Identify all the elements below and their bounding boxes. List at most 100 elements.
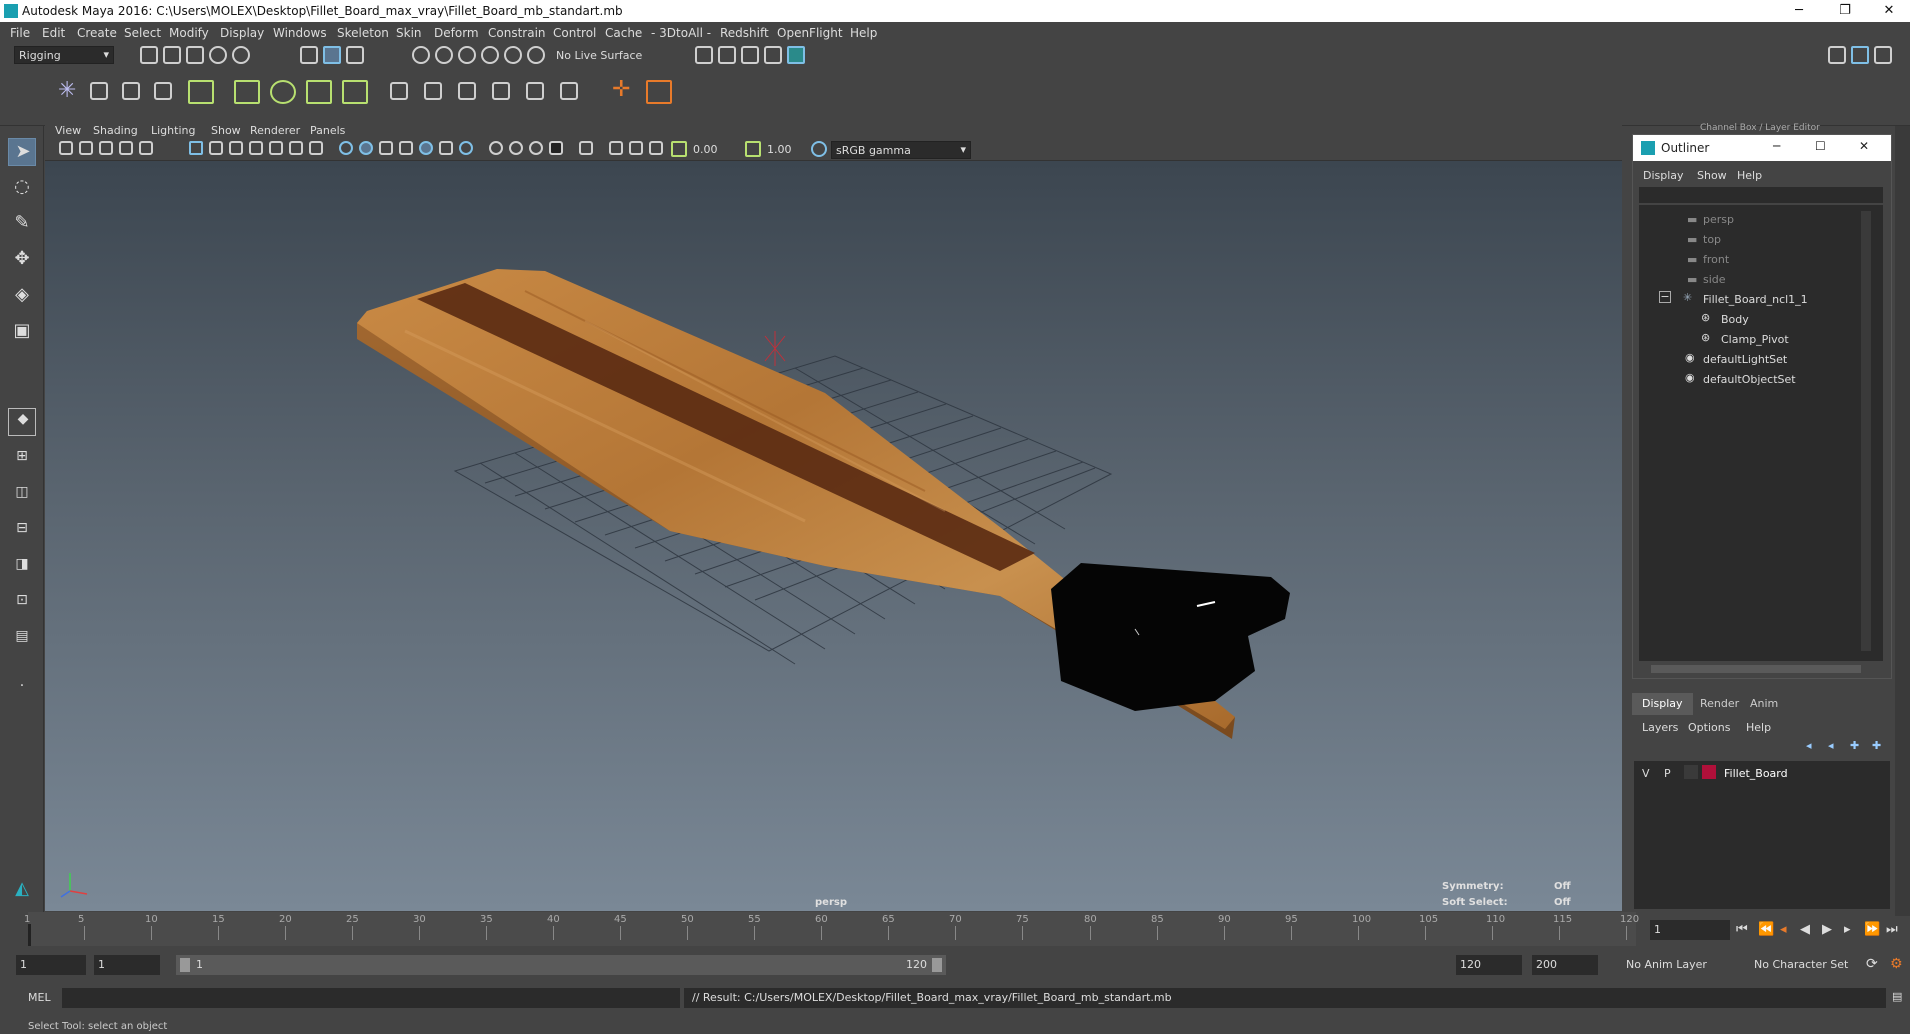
panel-menu-panels[interactable]: Panels — [310, 124, 345, 137]
layout-options-icon[interactable]: · — [8, 676, 36, 704]
panel-menu-view[interactable]: View — [55, 124, 81, 137]
ik-spline-icon[interactable] — [122, 82, 140, 100]
menu-help[interactable]: Help — [850, 26, 877, 40]
live-surface-label[interactable]: No Live Surface — [556, 49, 642, 62]
range-start-handle[interactable] — [180, 958, 190, 972]
ipr-render-icon[interactable] — [718, 46, 736, 64]
outliner-menu-display[interactable]: Display — [1643, 169, 1684, 182]
snap-point-icon[interactable] — [458, 46, 476, 64]
persp-outliner-icon[interactable]: ◨ — [8, 554, 36, 582]
grid-toggle-icon[interactable] — [189, 141, 203, 155]
menuset-dropdown[interactable]: Rigging ▾ — [14, 46, 114, 64]
menu-redshift[interactable]: Redshift — [720, 26, 769, 40]
outliner-horizontal-scrollbar[interactable] — [1651, 665, 1861, 673]
cluster-icon[interactable] — [270, 80, 296, 104]
render-settings-icon[interactable] — [741, 46, 759, 64]
anim-layer-dropdown[interactable]: No Anim Layer — [1620, 955, 1740, 975]
menu-deform[interactable]: Deform — [434, 26, 479, 40]
layout-outliner-icon[interactable] — [1851, 46, 1869, 64]
outliner-menu-show[interactable]: Show — [1697, 169, 1727, 182]
outliner-item-fillet-board[interactable]: Fillet_Board_ncl1_1 — [1703, 293, 1808, 306]
script-editor-icon[interactable]: ▤ — [1892, 990, 1902, 1003]
snap-curve-icon[interactable] — [435, 46, 453, 64]
save-scene-icon[interactable] — [186, 46, 204, 64]
time-slider[interactable]: 1 5 10 15 20 25 30 35 40 45 50 55 60 65 70 75 80 85 90 95 10… — [24, 912, 1639, 946]
smooth-shade-icon[interactable] — [359, 141, 373, 155]
outliner-item-top[interactable]: top — [1703, 233, 1721, 246]
maya-workspace-icon[interactable]: ◭ — [8, 876, 36, 904]
new-layer-selected-icon[interactable]: ✚ — [1872, 739, 1881, 752]
menu-file[interactable]: File — [10, 26, 30, 40]
gamma-icon[interactable] — [745, 141, 761, 157]
snap-live-icon[interactable] — [527, 46, 545, 64]
snap-view-icon[interactable] — [481, 46, 499, 64]
range-slider[interactable]: 1 120 — [176, 955, 946, 975]
outliner-persp-icon[interactable]: ⊡ — [8, 590, 36, 618]
xray-icon[interactable] — [579, 141, 593, 155]
four-view-icon[interactable]: ⊞ — [8, 446, 36, 474]
panel-menu-show[interactable]: Show — [211, 124, 241, 137]
side-by-side-icon[interactable]: ◫ — [8, 482, 36, 510]
camera-attributes-icon[interactable] — [649, 141, 663, 155]
panel-menu-renderer[interactable]: Renderer — [250, 124, 300, 137]
lattice-icon[interactable] — [234, 80, 260, 104]
tab-anim[interactable]: Anim — [1740, 693, 1788, 715]
redo-icon[interactable] — [232, 46, 250, 64]
play-backward-icon[interactable]: ◀ — [1800, 922, 1810, 937]
wireframe-on-shaded-icon[interactable] — [379, 141, 393, 155]
render-view-icon[interactable] — [787, 46, 805, 64]
range-end-handle[interactable] — [932, 958, 942, 972]
menu-modify[interactable]: Modify — [169, 26, 209, 40]
character-set-dropdown[interactable]: No Character Set — [1748, 955, 1868, 975]
shadows-icon[interactable] — [439, 141, 453, 155]
gate-mask-icon[interactable] — [249, 141, 263, 155]
lasso-tool-icon[interactable]: ◌ — [8, 174, 36, 202]
select-hierarchy-icon[interactable] — [300, 46, 318, 64]
orient-constraint-icon[interactable] — [526, 82, 544, 100]
menu-edit[interactable]: Edit — [42, 26, 65, 40]
auto-key-icon[interactable]: ⟳ — [1866, 956, 1878, 972]
outliner-item-default-object-set[interactable]: defaultObjectSet — [1703, 373, 1796, 386]
restore-button[interactable]: ❐ — [1822, 0, 1868, 22]
screen-space-ao-icon[interactable] — [459, 141, 473, 155]
menu-windows[interactable]: Windows — [273, 26, 327, 40]
resolution-gate-icon[interactable] — [229, 141, 243, 155]
rotate-tool-icon[interactable]: ◈ — [8, 282, 36, 310]
locator-icon[interactable]: ✛ — [612, 79, 630, 101]
bind-skin-icon[interactable] — [390, 82, 408, 100]
multisample-icon[interactable] — [509, 141, 523, 155]
menu-openflight[interactable]: OpenFlight — [777, 26, 843, 40]
channel-box-title[interactable]: Channel Box / Layer Editor — [1700, 123, 1820, 133]
outliner-item-side[interactable]: side — [1703, 273, 1726, 286]
film-gate-icon[interactable] — [209, 141, 223, 155]
menu-3dtoall[interactable]: - 3DtoAll - — [651, 26, 711, 40]
playback-end-field[interactable]: 120 — [1456, 955, 1522, 975]
layer-menu-layers[interactable]: Layers — [1642, 721, 1678, 734]
outliner-item-front[interactable]: front — [1703, 253, 1729, 266]
layer-color-swatch[interactable] — [1702, 765, 1716, 779]
field-chart-icon[interactable] — [269, 141, 283, 155]
outliner-item-body[interactable]: Body — [1721, 313, 1749, 326]
menu-select[interactable]: Select — [124, 26, 161, 40]
outliner-menu-help[interactable]: Help — [1737, 169, 1762, 182]
layer-playback-toggle[interactable]: P — [1664, 767, 1671, 780]
point-constraint-icon[interactable] — [492, 82, 510, 100]
nonlinear-icon[interactable] — [342, 80, 368, 104]
exposure-value[interactable]: 0.00 — [693, 143, 718, 156]
new-layer-icon[interactable]: ✚ — [1850, 739, 1859, 752]
select-object-icon[interactable] — [323, 46, 341, 64]
safe-title-icon[interactable] — [309, 141, 323, 155]
collapse-icon[interactable]: − — [1659, 291, 1671, 303]
move-tool-icon[interactable]: ✥ — [8, 246, 36, 274]
menu-control[interactable]: Control — [553, 26, 596, 40]
image-plane-icon[interactable] — [119, 141, 133, 155]
layout-toggle-icon[interactable] — [1874, 46, 1892, 64]
minimize-button[interactable]: ─ — [1776, 0, 1822, 22]
current-time-marker[interactable] — [28, 924, 31, 946]
outliner-item-clamp-pivot[interactable]: Clamp_Pivot — [1721, 333, 1789, 346]
layout-single-icon[interactable] — [1828, 46, 1846, 64]
menu-skin[interactable]: Skin — [396, 26, 422, 40]
menu-cache[interactable]: Cache — [605, 26, 642, 40]
layer-display-type[interactable] — [1684, 765, 1698, 779]
layer-visibility-toggle[interactable]: V — [1642, 767, 1650, 780]
